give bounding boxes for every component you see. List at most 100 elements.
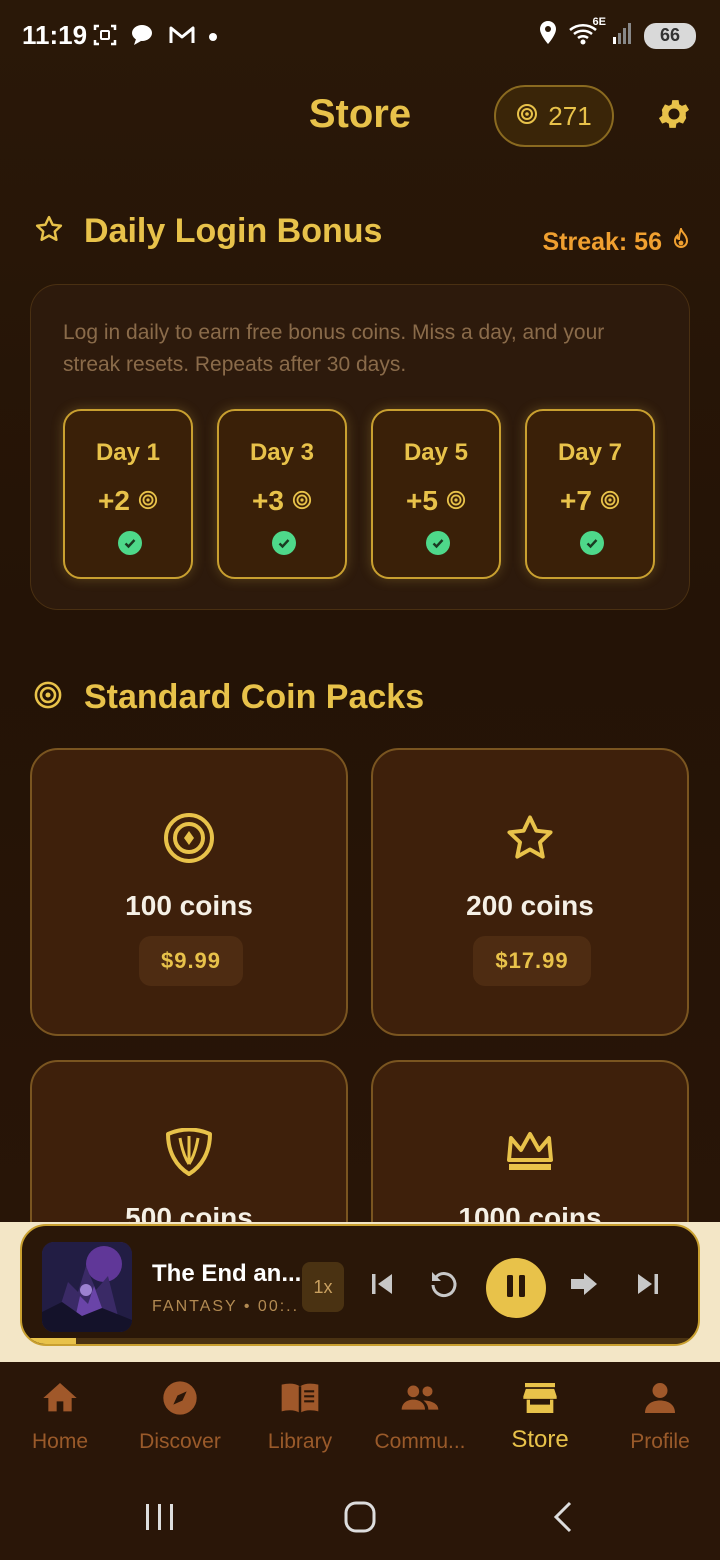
battery-indicator: 66	[644, 22, 696, 49]
shield-icon	[32, 1128, 346, 1176]
nav-label: Home	[31, 1430, 89, 1453]
nav-item-community[interactable]: Commu...	[360, 1362, 480, 1472]
star-icon	[373, 812, 687, 864]
rewind-button[interactable]	[424, 1266, 464, 1306]
status-time: 11:19	[22, 20, 88, 50]
pack-price-button[interactable]: $17.99	[473, 936, 591, 986]
nav-item-discover[interactable]: Discover	[120, 1362, 240, 1472]
day-reward-card[interactable]: Day 7 +7	[525, 409, 655, 579]
coin-pack-card[interactable]: 100 coins $9.99	[30, 748, 348, 1036]
pack-name: 200 coins	[466, 890, 594, 921]
track-title[interactable]: The End an...	[152, 1260, 300, 1288]
streak-indicator: Streak: 56	[542, 225, 690, 257]
coin-target-icon	[34, 681, 62, 714]
mini-player[interactable]: The End an... FANTASY • 00:... 1x	[20, 1224, 700, 1346]
day-reward-value: +5	[406, 485, 438, 516]
check-icon	[580, 531, 604, 555]
day-reward: +3	[219, 485, 345, 517]
coin-icon	[446, 485, 466, 517]
wifi-icon: 6E	[568, 16, 606, 51]
home-circle-icon	[342, 1501, 378, 1538]
chat-icon	[130, 22, 156, 53]
nav-label: Store	[511, 1426, 569, 1453]
day-reward-card[interactable]: Day 3 +3	[217, 409, 347, 579]
pause-button[interactable]	[486, 1258, 546, 1318]
coin-packs-title: Standard Coin Packs	[84, 678, 425, 716]
coin-icon	[516, 101, 538, 132]
playback-progress-track[interactable]	[22, 1338, 698, 1344]
day-label: Day 7	[557, 439, 623, 466]
bottom-navigation: Home Discover Library Commu... Store Pro…	[0, 1362, 720, 1472]
day-reward-card[interactable]: Day 1 +2	[63, 409, 193, 579]
people-icon	[360, 1378, 480, 1418]
day-reward-value: +3	[252, 485, 284, 516]
system-icons: 6E 66	[538, 16, 696, 51]
coin-balance-value: 271	[548, 100, 592, 131]
day-reward: +2	[65, 485, 191, 517]
recent-apps-button[interactable]	[140, 1500, 180, 1539]
battery-level: 66	[659, 25, 681, 45]
day-reward-value: +7	[560, 485, 592, 516]
playback-speed-button[interactable]: 1x	[302, 1262, 344, 1312]
cover-art[interactable]	[42, 1242, 132, 1332]
check-icon	[118, 531, 142, 555]
home-icon	[0, 1378, 120, 1418]
pack-name: 100 coins	[125, 890, 253, 921]
notification-icons	[92, 22, 218, 53]
system-navigation-bar	[0, 1472, 720, 1560]
settings-button[interactable]	[654, 96, 694, 136]
star-outline-icon	[34, 214, 64, 249]
coin-balance-button[interactable]: 271	[494, 85, 614, 147]
coin-icon	[600, 485, 620, 517]
day-label: Day 5	[403, 439, 469, 466]
coin-icon	[138, 485, 158, 517]
nav-label: Library	[267, 1430, 333, 1453]
day-label: Day 1	[95, 439, 161, 466]
daily-bonus-description: Log in daily to earn free bonus coins. M…	[63, 321, 605, 376]
day-reward: +7	[527, 485, 653, 517]
nav-item-profile[interactable]: Profile	[600, 1362, 720, 1472]
skip-previous-icon	[369, 1271, 395, 1302]
previous-chapter-button[interactable]	[362, 1266, 402, 1306]
pause-icon	[504, 1273, 528, 1304]
nav-label: Profile	[630, 1430, 690, 1453]
coin-pack-card[interactable]: 200 coins $17.99	[371, 748, 689, 1036]
day-label: Day 3	[249, 439, 315, 466]
gear-icon	[655, 95, 693, 138]
next-chapter-button[interactable]	[628, 1266, 668, 1306]
coin-icon	[292, 485, 312, 517]
pack-price-button[interactable]: $9.99	[139, 936, 243, 986]
compass-icon	[120, 1378, 240, 1418]
nav-item-store[interactable]: Store	[480, 1362, 600, 1472]
day-reward: +5	[373, 485, 499, 517]
nav-label: Discover	[139, 1430, 221, 1453]
flame-icon	[672, 225, 690, 257]
check-icon	[272, 531, 296, 555]
forward-button[interactable]	[564, 1266, 604, 1306]
network-type: 6E	[592, 16, 606, 28]
daily-bonus-header: Daily Login Bonus	[34, 212, 382, 251]
day-reward-value: +2	[98, 485, 130, 516]
back-icon	[546, 1501, 580, 1538]
back-button[interactable]	[546, 1500, 580, 1539]
recents-icon	[140, 1504, 180, 1538]
nav-item-library[interactable]: Library	[240, 1362, 360, 1472]
coin-target-icon	[32, 812, 346, 864]
skip-next-icon	[635, 1271, 661, 1302]
dot-icon	[208, 29, 218, 47]
screenshot-icon	[92, 22, 118, 53]
nav-label: Commu...	[374, 1430, 466, 1453]
location-icon	[538, 20, 558, 51]
daily-bonus-title: Daily Login Bonus	[84, 212, 383, 250]
crown-icon	[373, 1130, 687, 1174]
day-reward-card[interactable]: Day 5 +5	[371, 409, 501, 579]
store-icon	[480, 1378, 600, 1418]
check-icon	[426, 531, 450, 555]
gmail-icon	[168, 23, 196, 52]
nav-item-home[interactable]: Home	[0, 1362, 120, 1472]
person-icon	[600, 1378, 720, 1418]
home-button[interactable]	[342, 1500, 378, 1539]
replay-icon	[428, 1268, 460, 1305]
coin-packs-header: Standard Coin Packs	[34, 678, 424, 717]
status-bar: 11:19 6E 66	[0, 0, 720, 70]
